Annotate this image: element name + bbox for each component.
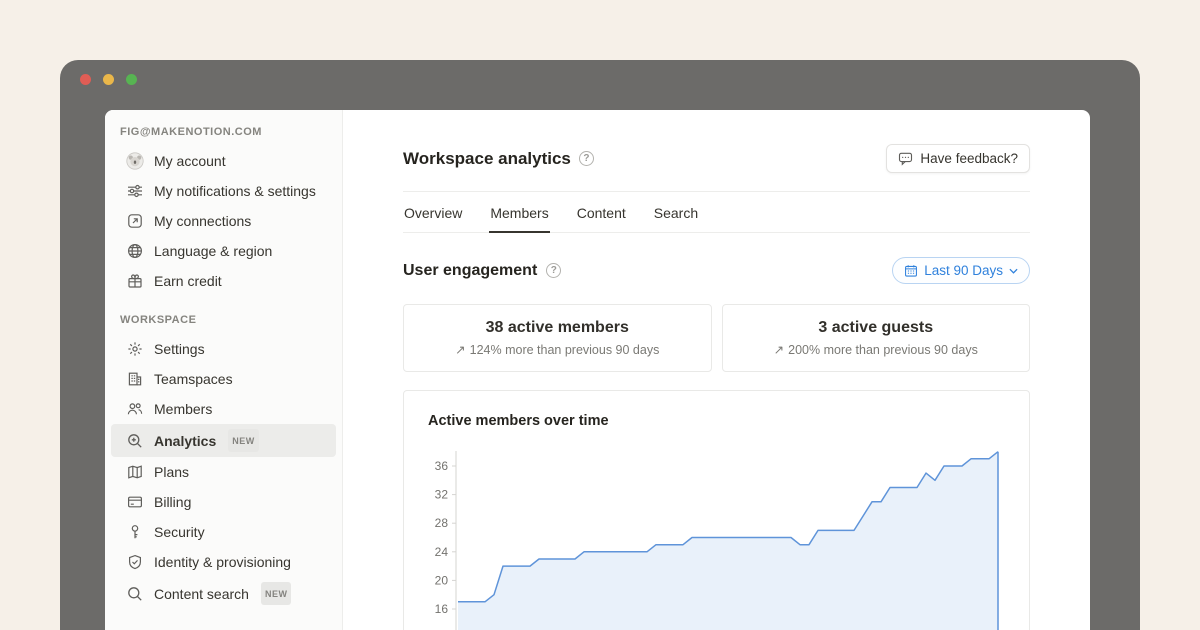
sidebar-item-label: Members xyxy=(154,399,212,419)
key-icon xyxy=(126,523,144,541)
arrow-square-icon xyxy=(126,212,144,230)
feedback-button-label: Have feedback? xyxy=(920,151,1018,166)
sidebar-item-notifications-settings[interactable]: My notifications & settings xyxy=(111,176,336,206)
minimize-window-button[interactable] xyxy=(103,74,114,85)
zoom-window-button[interactable] xyxy=(126,74,137,85)
sidebar-item-my-connections[interactable]: My connections xyxy=(111,206,336,236)
section-title: User engagement xyxy=(403,262,537,280)
sidebar-item-analytics[interactable]: Analytics NEW xyxy=(111,424,336,457)
speech-bubble-icon xyxy=(898,151,913,166)
sidebar-item-members[interactable]: Members xyxy=(111,394,336,424)
sidebar-item-label: Security xyxy=(154,522,205,542)
trend-up-icon: ↗ xyxy=(455,342,465,357)
sidebar-item-my-account[interactable]: My account xyxy=(111,146,336,176)
sidebar-item-identity-provisioning[interactable]: Identity & provisioning xyxy=(111,547,336,577)
sidebar-item-label: Plans xyxy=(154,462,189,482)
building-icon xyxy=(126,370,144,388)
sliders-icon xyxy=(126,182,144,200)
tab-search[interactable]: Search xyxy=(653,192,699,233)
sidebar-item-security[interactable]: Security xyxy=(111,517,336,547)
sidebar-item-teamspaces[interactable]: Teamspaces xyxy=(111,364,336,394)
tab-overview[interactable]: Overview xyxy=(403,192,463,233)
app-window: FIG@MAKENOTION.COM My account My notific… xyxy=(60,60,1140,630)
members-chart-card: Active members over time 36 32 28 24 20 16 xyxy=(403,390,1030,630)
new-badge: NEW xyxy=(261,582,292,605)
date-range-label: Last 90 Days xyxy=(924,263,1003,278)
svg-text:28: 28 xyxy=(435,516,449,530)
sidebar-item-label: Earn credit xyxy=(154,271,222,291)
sidebar-item-label: Settings xyxy=(154,339,205,359)
members-chart: 36 32 28 24 20 16 xyxy=(428,443,1005,630)
account-email-label: FIG@MAKENOTION.COM xyxy=(105,124,342,146)
active-members-card: 38 active members ↗ 124% more than previ… xyxy=(403,304,712,372)
sidebar-item-label: My connections xyxy=(154,211,251,231)
map-icon xyxy=(126,463,144,481)
active-guests-headline: 3 active guests xyxy=(818,319,933,337)
sidebar-item-earn-credit[interactable]: Earn credit xyxy=(111,266,336,296)
svg-text:16: 16 xyxy=(435,602,449,616)
window-titlebar xyxy=(60,60,1140,98)
svg-text:20: 20 xyxy=(435,573,449,587)
svg-text:32: 32 xyxy=(435,488,449,502)
stat-cards-row: 38 active members ↗ 124% more than previ… xyxy=(403,304,1030,372)
help-icon[interactable]: ? xyxy=(579,151,594,166)
svg-text:36: 36 xyxy=(435,459,449,473)
magnifier-icon xyxy=(126,585,144,603)
date-range-dropdown[interactable]: Last 90 Days xyxy=(892,257,1030,284)
active-guests-delta: 200% more than previous 90 days xyxy=(788,343,978,357)
user-engagement-section-header: User engagement ? Last 90 Days xyxy=(403,257,1030,284)
analytics-main-panel: Workspace analytics ? Have feedback? Ove… xyxy=(343,110,1090,630)
sidebar-item-label: My notifications & settings xyxy=(154,181,316,201)
svg-text:24: 24 xyxy=(435,545,449,559)
tab-content[interactable]: Content xyxy=(576,192,627,233)
globe-icon xyxy=(126,242,144,260)
sidebar-item-label: Language & region xyxy=(154,241,272,261)
sidebar-item-label: Billing xyxy=(154,492,191,512)
close-window-button[interactable] xyxy=(80,74,91,85)
sidebar-item-language-region[interactable]: Language & region xyxy=(111,236,336,266)
magnifier-plus-icon xyxy=(126,432,144,450)
new-badge: NEW xyxy=(228,429,259,452)
main-header: Workspace analytics ? Have feedback? xyxy=(403,110,1030,192)
gear-icon xyxy=(126,340,144,358)
sidebar-item-label: Analytics xyxy=(154,431,216,451)
active-members-delta: 124% more than previous 90 days xyxy=(470,343,660,357)
workspace-section-heading: WORKSPACE xyxy=(105,312,342,334)
have-feedback-button[interactable]: Have feedback? xyxy=(886,144,1030,173)
active-members-headline: 38 active members xyxy=(486,319,629,337)
settings-modal: FIG@MAKENOTION.COM My account My notific… xyxy=(105,110,1090,630)
sidebar-item-settings[interactable]: Settings xyxy=(111,334,336,364)
page-title: Workspace analytics xyxy=(403,149,571,169)
credit-card-icon xyxy=(126,493,144,511)
gift-icon xyxy=(126,272,144,290)
analytics-tabs: Overview Members Content Search xyxy=(403,192,1030,233)
chevron-down-icon xyxy=(1009,268,1018,274)
active-guests-card: 3 active guests ↗ 200% more than previou… xyxy=(722,304,1031,372)
sidebar-item-billing[interactable]: Billing xyxy=(111,487,336,517)
chart-title: Active members over time xyxy=(428,413,1005,429)
sidebar-item-label: My account xyxy=(154,151,226,171)
help-icon[interactable]: ? xyxy=(546,263,561,278)
sidebar-item-label: Teamspaces xyxy=(154,369,233,389)
tab-members[interactable]: Members xyxy=(489,192,549,233)
settings-sidebar: FIG@MAKENOTION.COM My account My notific… xyxy=(105,110,343,630)
sidebar-item-plans[interactable]: Plans xyxy=(111,457,336,487)
trend-up-icon: ↗ xyxy=(774,342,784,357)
sidebar-item-label: Content search xyxy=(154,584,249,604)
calendar-icon xyxy=(904,264,918,278)
sidebar-item-label: Identity & provisioning xyxy=(154,552,291,572)
shield-check-icon xyxy=(126,553,144,571)
avatar-icon xyxy=(126,152,144,170)
sidebar-item-content-search[interactable]: Content search NEW xyxy=(111,577,336,610)
people-icon xyxy=(126,400,144,418)
